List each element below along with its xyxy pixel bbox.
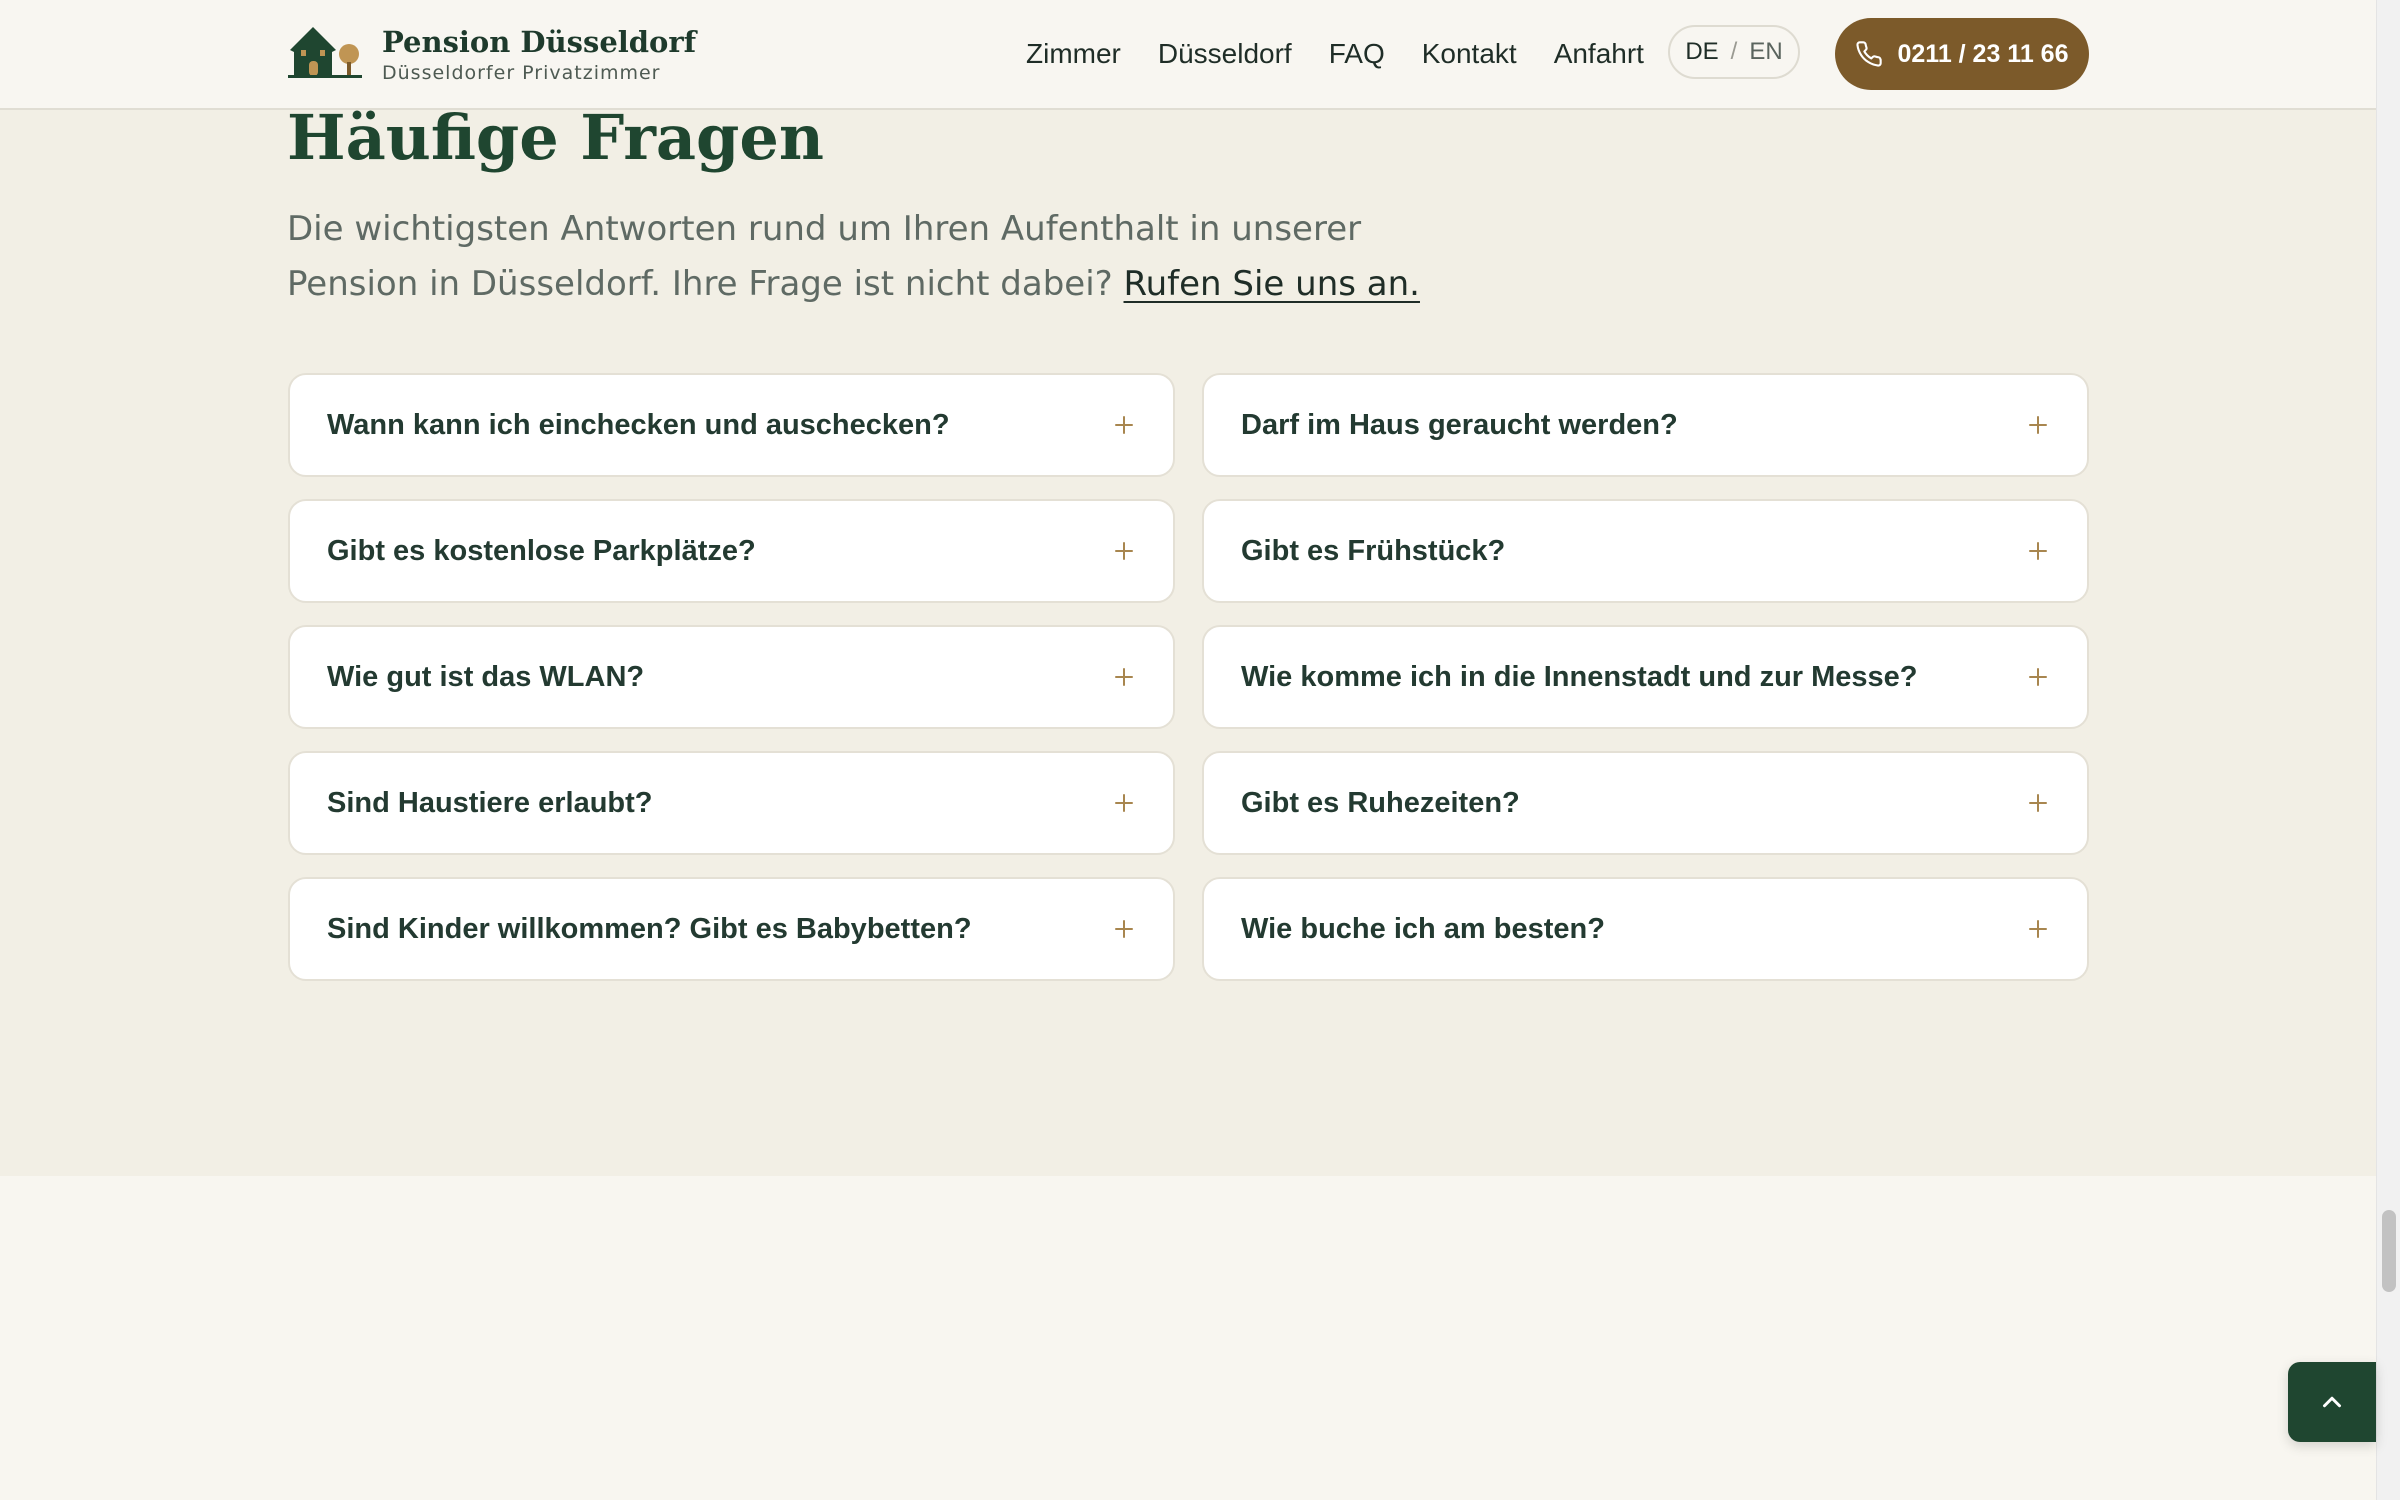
- nav-link-kontakt[interactable]: Kontakt: [1422, 38, 1517, 70]
- faq-intro: Die wichtigsten Antworten rund um Ihren …: [287, 202, 1447, 312]
- back-to-top-button[interactable]: [2288, 1362, 2376, 1442]
- faq-question: Wie gut ist das WLAN?: [327, 660, 645, 693]
- faq-item[interactable]: Sind Haustiere erlaubt?: [288, 751, 1175, 855]
- phone-call-button[interactable]: 0211 / 23 11 66: [1835, 18, 2089, 90]
- nav-link-zimmer[interactable]: Zimmer: [1026, 38, 1121, 70]
- nav-link-duesseldorf[interactable]: Düsseldorf: [1158, 38, 1292, 70]
- faq-item[interactable]: Wie gut ist das WLAN?: [288, 625, 1175, 729]
- faq-question: Wie buche ich am besten?: [1241, 912, 1605, 945]
- language-en-option[interactable]: EN: [1749, 38, 1782, 66]
- faq-item[interactable]: Wann kann ich einchecken und auschecken?: [288, 373, 1175, 477]
- main-nav: Zimmer Düsseldorf FAQ Kontakt Anfahrt: [1026, 30, 1644, 78]
- language-separator: /: [1730, 38, 1738, 65]
- plus-icon[interactable]: [2027, 918, 2049, 940]
- faq-list: Wann kann ich einchecken und auschecken?…: [288, 373, 2089, 981]
- faq-item[interactable]: Gibt es kostenlose Parkplätze?: [288, 499, 1175, 603]
- plus-icon[interactable]: [2027, 666, 2049, 688]
- site-header: Pension Düsseldorf Düsseldorfer Privatzi…: [0, 0, 2376, 110]
- plus-icon[interactable]: [2027, 540, 2049, 562]
- nav-link-anfahrt[interactable]: Anfahrt: [1554, 38, 1644, 70]
- call-us-link[interactable]: Rufen Sie uns an.: [1124, 264, 1420, 304]
- plus-icon[interactable]: [2027, 414, 2049, 436]
- faq-item[interactable]: Wie buche ich am besten?: [1202, 877, 2089, 981]
- brand-name: Pension Düsseldorf: [382, 25, 697, 59]
- plus-icon[interactable]: [1113, 792, 1135, 814]
- faq-question: Wann kann ich einchecken und auschecken?: [327, 408, 950, 441]
- faq-question: Sind Kinder willkommen? Gibt es Babybett…: [327, 912, 972, 945]
- plus-icon[interactable]: [2027, 792, 2049, 814]
- faq-item[interactable]: Sind Kinder willkommen? Gibt es Babybett…: [288, 877, 1175, 981]
- faq-item[interactable]: Wie komme ich in die Innenstadt und zur …: [1202, 625, 2089, 729]
- phone-button-label: 0211 / 23 11 66: [1897, 39, 2069, 68]
- faq-question: Wie komme ich in die Innenstadt und zur …: [1241, 660, 1918, 693]
- plus-icon[interactable]: [1113, 666, 1135, 688]
- brand-text: Pension Düsseldorf Düsseldorfer Privatzi…: [382, 23, 696, 85]
- plus-icon[interactable]: [1113, 414, 1135, 436]
- phone-icon: [1855, 40, 1883, 68]
- faq-question: Darf im Haus geraucht werden?: [1241, 408, 1678, 441]
- scrollbar-thumb[interactable]: [2382, 1210, 2396, 1292]
- house-tree-logo-icon: [288, 24, 362, 84]
- faq-question: Sind Haustiere erlaubt?: [327, 786, 653, 819]
- nav-link-faq[interactable]: FAQ: [1329, 38, 1385, 70]
- faq-question: Gibt es Ruhezeiten?: [1241, 786, 1520, 819]
- brand-tagline: Düsseldorfer Privatzimmer: [382, 62, 661, 84]
- plus-icon[interactable]: [1113, 540, 1135, 562]
- language-switcher: DE / EN: [1668, 25, 1800, 79]
- faq-item[interactable]: Gibt es Ruhezeiten?: [1202, 751, 2089, 855]
- language-de-option[interactable]: DE: [1685, 38, 1718, 66]
- faq-question: Gibt es kostenlose Parkplätze?: [327, 534, 756, 567]
- faq-item[interactable]: Darf im Haus geraucht werden?: [1202, 373, 2089, 477]
- brand-home-link[interactable]: Pension Düsseldorf Düsseldorfer Privatzi…: [288, 22, 696, 86]
- faq-item[interactable]: Gibt es Frühstück?: [1202, 499, 2089, 603]
- plus-icon[interactable]: [1113, 918, 1135, 940]
- chevron-up-icon: [2317, 1387, 2347, 1417]
- faq-question: Gibt es Frühstück?: [1241, 534, 1506, 567]
